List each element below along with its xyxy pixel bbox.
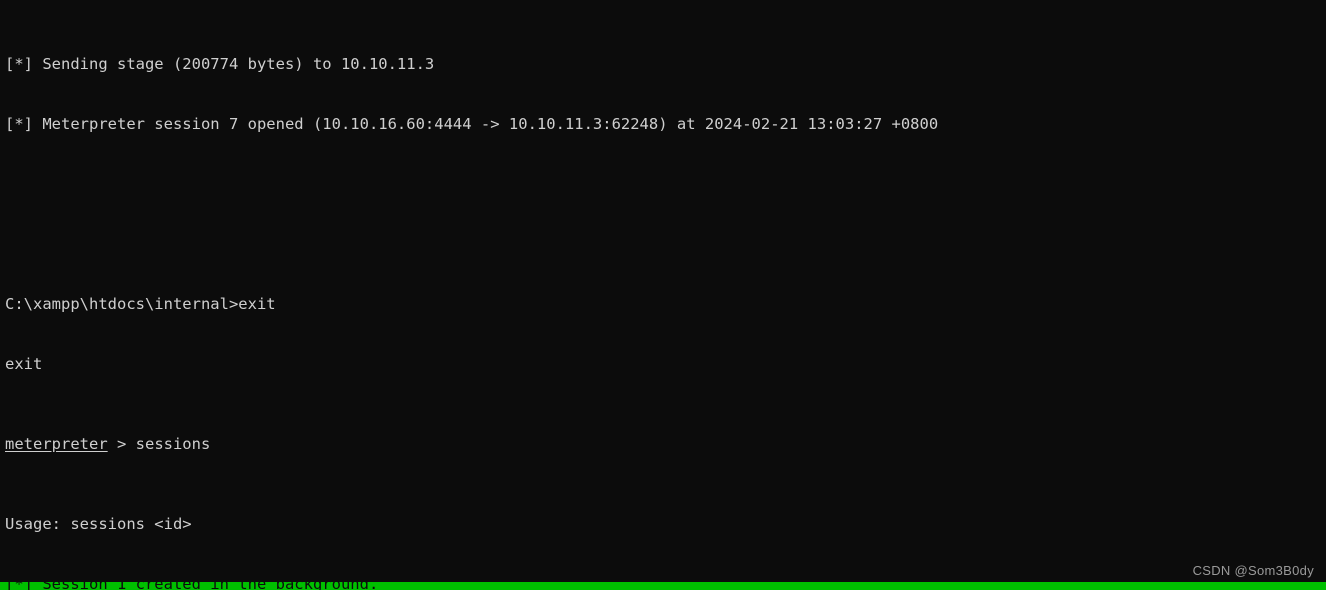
line-text: Usage: sessions <id> <box>5 515 192 533</box>
terminal-window[interactable]: [*] Sending stage (200774 bytes) to 10.1… <box>0 0 1326 590</box>
watermark: CSDN @Som3B0dy <box>1192 563 1314 578</box>
terminal-line: exit <box>5 354 1326 374</box>
terminal-line: [*] Sending stage (200774 bytes) to 10.1… <box>5 54 1326 74</box>
line-text: [*] Meterpreter session 7 opened (10.10.… <box>5 115 939 133</box>
line-text: [*] Sending stage (200774 bytes) to 10.1… <box>5 55 435 73</box>
prompt-label: meterpreter <box>5 435 108 453</box>
line-text: exit <box>5 355 43 373</box>
terminal-line: Usage: sessions <id> <box>5 514 1326 534</box>
prompt-command: > sessions <box>107 435 211 453</box>
status-bar: [*] Session 1 created in the background. <box>0 582 1326 590</box>
terminal-scrollback: [*] Sending stage (200774 bytes) to 10.1… <box>5 0 1326 590</box>
status-bar-text: [*] Session 1 created in the background. <box>5 582 378 590</box>
terminal-line: C:\xampp\htdocs\internal>exit <box>5 294 1326 314</box>
line-text: C:\xampp\htdocs\internal>exit <box>5 295 276 313</box>
terminal-line: [*] Meterpreter session 7 opened (10.10.… <box>5 114 1326 134</box>
meterpreter-prompt-line: meterpreter > sessions <box>5 434 1326 454</box>
